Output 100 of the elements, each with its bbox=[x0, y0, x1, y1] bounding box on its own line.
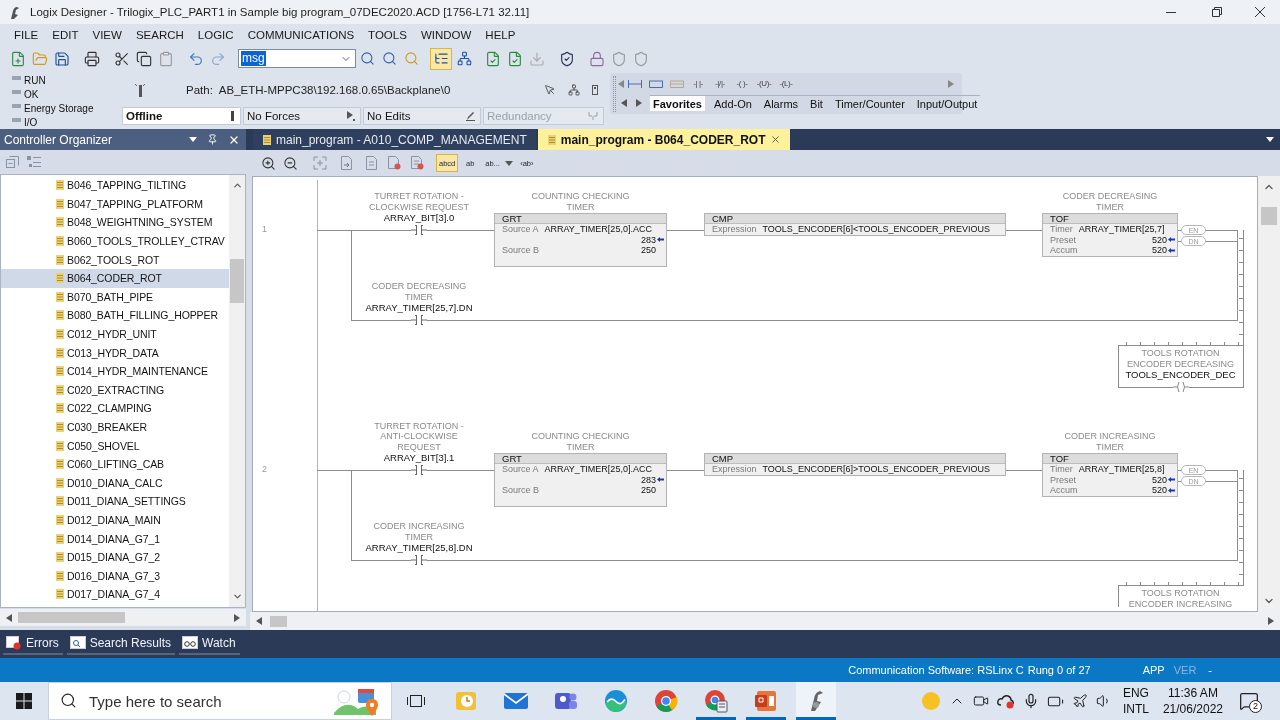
close-icon[interactable] bbox=[770, 134, 782, 145]
tree-item[interactable]: D016_DIANA_G7_3 bbox=[1, 566, 229, 586]
instruction-block[interactable]: CMP Expression TOOLS_ENCODER[6]>TOOLS_ENCODER_PREVIOUS bbox=[704, 453, 1006, 476]
list-icon[interactable] bbox=[27, 156, 41, 168]
network-icon[interactable] bbox=[568, 83, 580, 96]
menu-item[interactable]: SEARCH bbox=[135, 28, 184, 41]
menu-item[interactable]: LOGIC bbox=[197, 28, 234, 41]
search-icon[interactable] bbox=[60, 692, 77, 709]
notification-button[interactable]: 2 bbox=[1234, 682, 1264, 720]
scrollbar-thumb[interactable] bbox=[230, 259, 244, 303]
scroll-down-icon[interactable] bbox=[231, 591, 243, 602]
document-icon[interactable] bbox=[364, 156, 378, 170]
shield-icon[interactable] bbox=[559, 50, 575, 67]
branch-icon[interactable] bbox=[648, 79, 663, 88]
taskbar-app[interactable] bbox=[796, 682, 836, 720]
menu-item[interactable]: VIEW bbox=[92, 28, 122, 41]
tree-item[interactable]: B048_WEIGHTNING_SYSTEM bbox=[1, 213, 229, 232]
previous-tab-icon[interactable] bbox=[621, 99, 627, 107]
menu-item[interactable]: HELP bbox=[485, 28, 516, 41]
tree-item[interactable]: B046_TAPPING_TILTING bbox=[1, 176, 229, 195]
scroll-right-icon[interactable] bbox=[1268, 617, 1274, 625]
taskbar-search-field[interactable]: Type here to search bbox=[48, 682, 392, 720]
tree-item[interactable]: B062_TOOLS_ROT bbox=[1, 250, 229, 269]
file-check-icon[interactable] bbox=[485, 50, 501, 67]
tree-item[interactable]: D010_DIANA_CALC bbox=[1, 473, 229, 493]
instruction-block[interactable]: GRT Source A ARRAY_TIMER[25,0].ACC 283 Source B 250 bbox=[494, 453, 667, 507]
vertical-scrollbar[interactable] bbox=[229, 175, 245, 607]
palette-tab[interactable]: Alarms bbox=[760, 96, 802, 111]
airplane-icon[interactable] bbox=[1071, 693, 1088, 709]
tree-item[interactable]: C030_BREAKER bbox=[1, 417, 229, 437]
collapse-icon[interactable] bbox=[6, 156, 19, 168]
video-icon[interactable] bbox=[972, 693, 989, 709]
tree-item[interactable]: C012_HYDR_UNIT bbox=[1, 324, 229, 344]
scroll-left-icon[interactable] bbox=[256, 617, 262, 625]
tree-item[interactable]: D011_DIANA_SETTINGS bbox=[1, 492, 229, 511]
scroll-right-icon[interactable] bbox=[234, 613, 240, 622]
rung-icon[interactable] bbox=[627, 79, 642, 88]
tree-item[interactable]: B064_CODER_ROT bbox=[1, 268, 229, 288]
menu-item[interactable]: WINDOW bbox=[420, 28, 472, 41]
menu-item[interactable]: TOOLS bbox=[368, 28, 407, 41]
keyswitch-icon[interactable] bbox=[134, 81, 146, 98]
tree-item[interactable]: B080_BATH_FILLING_HOPPER bbox=[1, 306, 229, 325]
instruction-block[interactable]: TOF Timer ARRAY_TIMER[25,8] Preset 520 Accum 520 bbox=[1042, 453, 1178, 497]
cut-icon[interactable] bbox=[114, 50, 130, 67]
menu-item[interactable]: FILE bbox=[14, 28, 39, 41]
mode-dropdown[interactable]: Offline bbox=[122, 107, 241, 125]
horizontal-scrollbar[interactable] bbox=[0, 609, 246, 626]
next-tab-icon[interactable] bbox=[636, 99, 642, 107]
lock-icon[interactable] bbox=[589, 50, 605, 67]
document-tab[interactable]: main_program - A010_COMP_MANAGEMENT bbox=[253, 129, 536, 150]
tree-item[interactable]: B060_TOOLS_TROLLEY_CTRAV bbox=[1, 231, 229, 251]
tree-item[interactable]: D014_DIANA_G7_1 bbox=[1, 529, 229, 548]
scrollbar-thumb[interactable] bbox=[18, 612, 125, 623]
vertical-scrollbar[interactable] bbox=[1258, 176, 1280, 612]
output-tab[interactable]: Search Results bbox=[66, 633, 176, 655]
undo-icon[interactable] bbox=[188, 50, 204, 67]
cloud-icon[interactable] bbox=[996, 693, 1015, 709]
pointer-icon[interactable] bbox=[544, 83, 556, 96]
tree-item[interactable]: D012_DIANA_MAIN bbox=[1, 510, 229, 530]
search-combo[interactable]: msg bbox=[238, 49, 356, 68]
palette-tab[interactable]: Favorites bbox=[650, 96, 705, 111]
language-indicator[interactable]: ENG INTL bbox=[1119, 682, 1152, 720]
tree-item[interactable]: C022_CLAMPING bbox=[1, 399, 229, 418]
palette-tab[interactable]: Bit bbox=[807, 96, 826, 111]
instruction-block[interactable]: CMP Expression TOOLS_ENCODER[6]<TOOLS_ENCODER_PREVIOUS bbox=[704, 213, 1006, 236]
tree-item[interactable]: C013_HYDR_DATA bbox=[1, 343, 229, 362]
document-arrow-icon[interactable] bbox=[339, 156, 353, 170]
grip-handle[interactable] bbox=[613, 76, 616, 112]
tree-item[interactable]: C060_LIFTING_CAB bbox=[1, 454, 229, 474]
printer-icon[interactable] bbox=[84, 50, 100, 67]
file-check-icon[interactable] bbox=[507, 50, 523, 67]
status-field[interactable]: No Forces bbox=[243, 107, 361, 125]
device-icon[interactable] bbox=[592, 84, 598, 95]
tree-item[interactable]: B047_TAPPING_PLATFORM bbox=[1, 194, 229, 214]
palette-tab[interactable]: Input/Output bbox=[913, 96, 981, 111]
tree-item[interactable]: C020_EXTRACTING bbox=[1, 380, 229, 400]
new-file-icon[interactable] bbox=[10, 50, 26, 67]
horizontal-scrollbar[interactable] bbox=[250, 612, 1280, 630]
dropdown-icon[interactable] bbox=[1266, 137, 1274, 142]
scrollbar-thumb[interactable] bbox=[1261, 207, 1277, 225]
clock[interactable]: 11:36 AM 21/06/2022 bbox=[1159, 682, 1226, 720]
tree-item[interactable]: C014_HYDR_MAINTENANCE bbox=[1, 361, 229, 381]
instruction-block[interactable]: TOF Timer ARRAY_TIMER[25,7] Preset 520 Accum 520 bbox=[1042, 213, 1178, 257]
output-tab[interactable]: Watch bbox=[179, 633, 240, 655]
caret-icon[interactable] bbox=[504, 160, 513, 166]
menu-item[interactable]: EDIT bbox=[52, 28, 79, 41]
document-tab[interactable]: main_program - B064_CODER_ROT bbox=[537, 129, 791, 150]
copy-icon[interactable] bbox=[136, 50, 152, 67]
zoom-in-icon[interactable] bbox=[260, 155, 276, 171]
status-field[interactable]: No Edits bbox=[363, 107, 481, 125]
palette-tab[interactable]: Add-On bbox=[710, 96, 755, 111]
save-icon[interactable] bbox=[54, 50, 70, 67]
tree-item[interactable]: D017_DIANA_G7_4 bbox=[1, 585, 229, 604]
menu-item[interactable]: COMMUNICATIONS bbox=[247, 28, 355, 41]
scroll-left-icon[interactable] bbox=[6, 613, 12, 622]
tree-item[interactable]: D015_DIANA_G7_2 bbox=[1, 547, 229, 567]
zoom-out-icon[interactable] bbox=[282, 155, 298, 171]
scrollbar-thumb[interactable] bbox=[270, 615, 287, 627]
tree-item[interactable]: C050_SHOVEL bbox=[1, 436, 229, 455]
tree-item[interactable]: B070_BATH_PIPE bbox=[1, 287, 229, 307]
